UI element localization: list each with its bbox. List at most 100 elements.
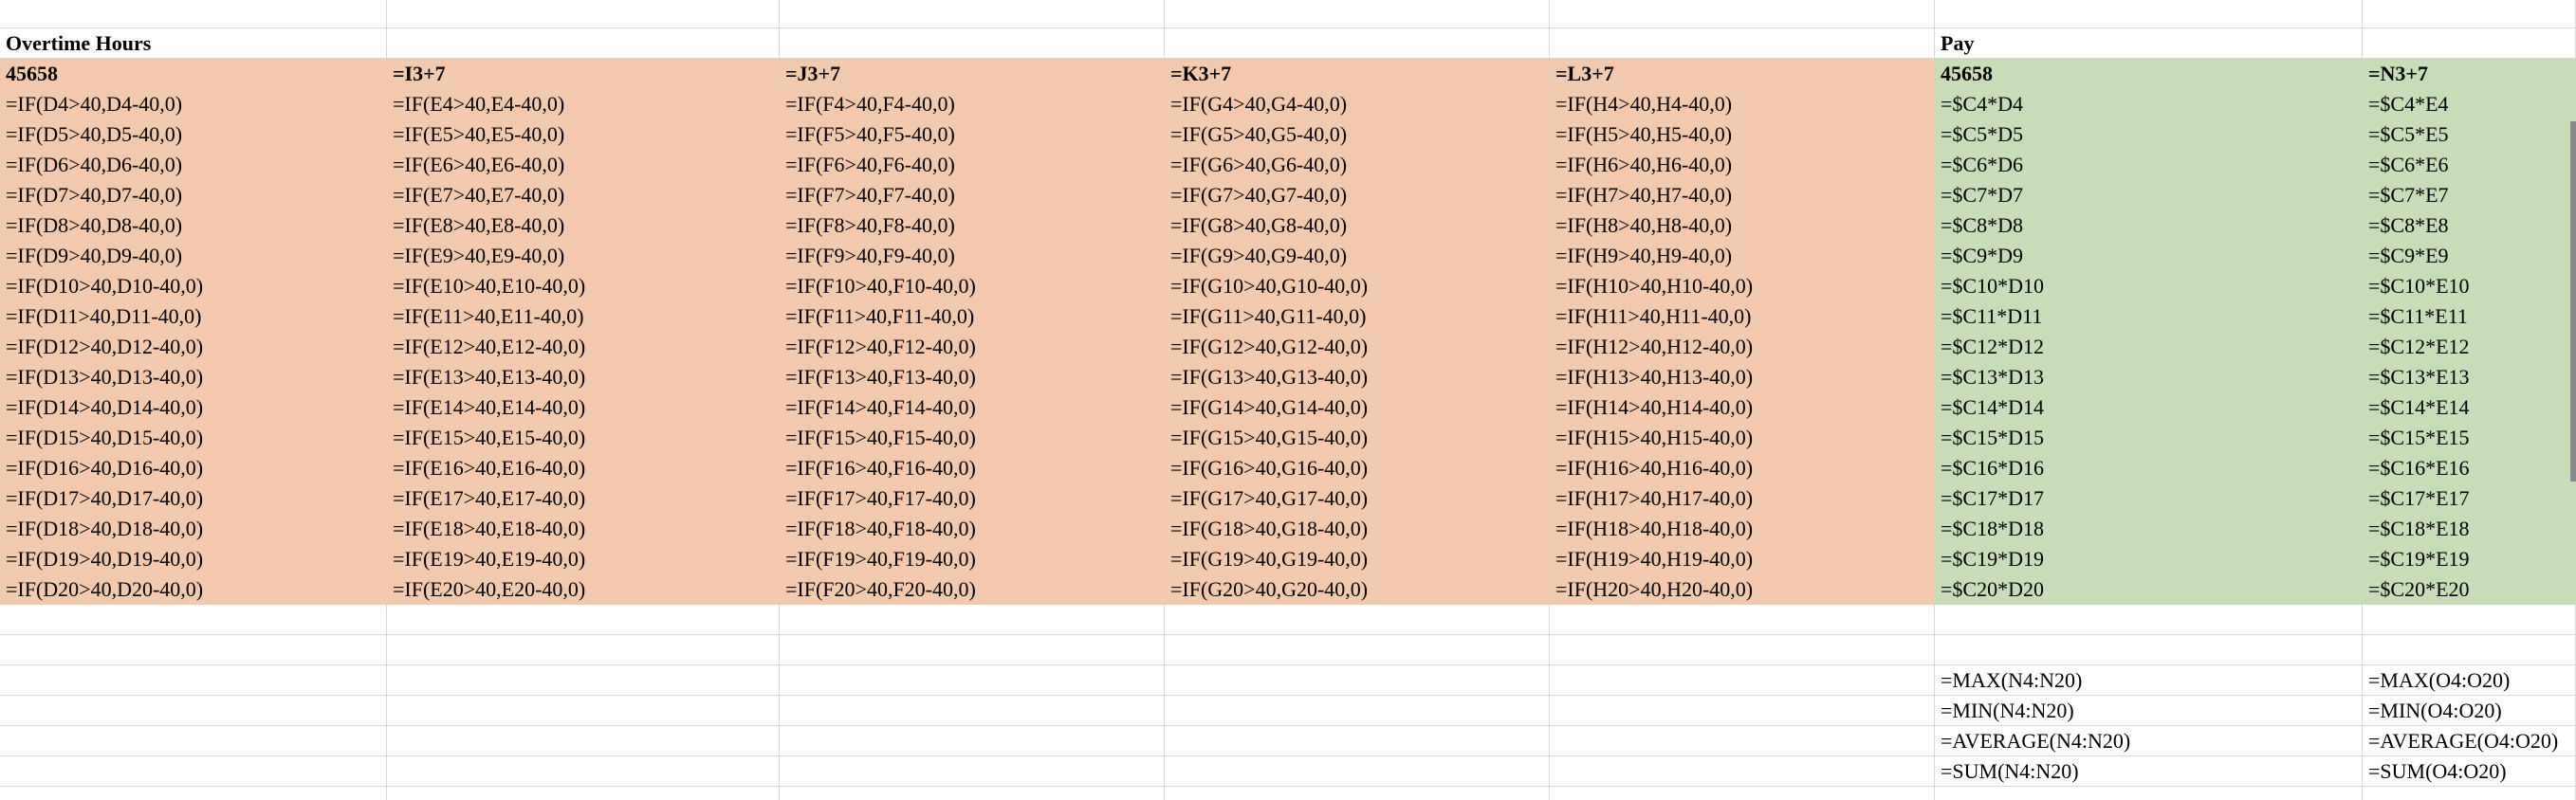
cell[interactable]: =IF(F14>40,F14-40,0) <box>780 392 1165 423</box>
cell[interactable]: =IF(E14>40,E14-40,0) <box>387 392 780 423</box>
cell[interactable]: =IF(D16>40,D16-40,0) <box>0 453 387 483</box>
cell[interactable]: =IF(F19>40,F19-40,0) <box>780 544 1165 574</box>
cell[interactable]: =IF(E12>40,E12-40,0) <box>387 332 780 362</box>
cell[interactable]: =IF(G9>40,G9-40,0) <box>1165 241 1550 271</box>
cell[interactable] <box>1165 0 1550 28</box>
cell[interactable] <box>0 605 387 635</box>
cell[interactable]: =IF(G5>40,G5-40,0) <box>1165 119 1550 150</box>
cell[interactable]: =AVERAGE(O4:O20) <box>2363 726 2576 756</box>
cell[interactable] <box>1550 0 1935 28</box>
cell[interactable]: =IF(E17>40,E17-40,0) <box>387 483 780 514</box>
cell[interactable]: =IF(D4>40,D4-40,0) <box>0 89 387 119</box>
cell[interactable] <box>387 635 780 665</box>
cell[interactable]: =IF(F13>40,F13-40,0) <box>780 362 1165 392</box>
cell[interactable]: =SUM(N4:N20) <box>1935 756 2363 787</box>
cell[interactable]: =IF(E11>40,E11-40,0) <box>387 301 780 332</box>
cell[interactable]: =IF(G7>40,G7-40,0) <box>1165 180 1550 210</box>
cell[interactable]: 45658 <box>0 59 387 89</box>
cell[interactable]: =IF(G13>40,G13-40,0) <box>1165 362 1550 392</box>
cell[interactable]: =IF(D6>40,D6-40,0) <box>0 150 387 180</box>
cell[interactable]: =$C5*E5 <box>2363 119 2576 150</box>
cell[interactable]: =$C6*E6 <box>2363 150 2576 180</box>
cell[interactable]: =IF(G6>40,G6-40,0) <box>1165 150 1550 180</box>
cell[interactable]: =I3+7 <box>387 59 780 89</box>
cell[interactable]: =IF(G11>40,G11-40,0) <box>1165 301 1550 332</box>
cell[interactable]: =IF(F12>40,F12-40,0) <box>780 332 1165 362</box>
cell[interactable] <box>2363 787 2576 800</box>
cell[interactable] <box>387 726 780 756</box>
cell[interactable]: =IF(F4>40,F4-40,0) <box>780 89 1165 119</box>
cell[interactable]: =IF(E4>40,E4-40,0) <box>387 89 780 119</box>
cell[interactable] <box>1165 787 1550 800</box>
cell[interactable]: =IF(D18>40,D18-40,0) <box>0 514 387 544</box>
cell[interactable]: =$C8*D8 <box>1935 210 2363 241</box>
cell[interactable]: =IF(H14>40,H14-40,0) <box>1550 392 1935 423</box>
cell[interactable] <box>0 0 387 28</box>
cell[interactable] <box>1165 635 1550 665</box>
cell[interactable]: =IF(G4>40,G4-40,0) <box>1165 89 1550 119</box>
cell[interactable]: =IF(G12>40,G12-40,0) <box>1165 332 1550 362</box>
cell[interactable]: =IF(H10>40,H10-40,0) <box>1550 271 1935 301</box>
cell[interactable]: =IF(G19>40,G19-40,0) <box>1165 544 1550 574</box>
cell[interactable]: =$C17*D17 <box>1935 483 2363 514</box>
cell[interactable]: =IF(G17>40,G17-40,0) <box>1165 483 1550 514</box>
cell[interactable]: =IF(H18>40,H18-40,0) <box>1550 514 1935 544</box>
cell[interactable]: =$C12*D12 <box>1935 332 2363 362</box>
cell[interactable]: =IF(E19>40,E19-40,0) <box>387 544 780 574</box>
cell[interactable]: =$C8*E8 <box>2363 210 2576 241</box>
cell[interactable]: =IF(G10>40,G10-40,0) <box>1165 271 1550 301</box>
cell[interactable] <box>2363 605 2576 635</box>
cell[interactable]: =MAX(O4:O20) <box>2363 665 2576 696</box>
cell[interactable]: =IF(H7>40,H7-40,0) <box>1550 180 1935 210</box>
cell[interactable]: =$C20*D20 <box>1935 574 2363 605</box>
cell[interactable] <box>780 726 1165 756</box>
cell[interactable] <box>780 635 1165 665</box>
cell[interactable]: =IF(D12>40,D12-40,0) <box>0 332 387 362</box>
cell[interactable] <box>1935 0 2363 28</box>
cell[interactable] <box>0 696 387 726</box>
cell[interactable]: =$C19*D19 <box>1935 544 2363 574</box>
cell[interactable]: =IF(H15>40,H15-40,0) <box>1550 423 1935 453</box>
cell[interactable]: =IF(D8>40,D8-40,0) <box>0 210 387 241</box>
cell[interactable] <box>1165 605 1550 635</box>
cell[interactable]: =$C18*D18 <box>1935 514 2363 544</box>
spreadsheet-grid[interactable]: Overtime Hours Pay 45658 =I3+7 =J3+7 =K3+7 =L3… <box>0 0 2576 800</box>
cell[interactable] <box>1165 726 1550 756</box>
cell[interactable]: 45658 <box>1935 59 2363 89</box>
cell[interactable] <box>1550 665 1935 696</box>
cell[interactable] <box>0 665 387 696</box>
cell[interactable] <box>387 28 780 59</box>
cell[interactable]: =$C14*E14 <box>2363 392 2576 423</box>
cell[interactable]: =IF(F17>40,F17-40,0) <box>780 483 1165 514</box>
cell[interactable]: =IF(F10>40,F10-40,0) <box>780 271 1165 301</box>
cell[interactable]: =$C15*E15 <box>2363 423 2576 453</box>
cell[interactable]: =IF(H19>40,H19-40,0) <box>1550 544 1935 574</box>
cell[interactable] <box>1550 787 1935 800</box>
cell[interactable]: =IF(E6>40,E6-40,0) <box>387 150 780 180</box>
cell[interactable]: =IF(F18>40,F18-40,0) <box>780 514 1165 544</box>
cell[interactable] <box>1165 756 1550 787</box>
cell[interactable]: =IF(D9>40,D9-40,0) <box>0 241 387 271</box>
cell[interactable]: =IF(H8>40,H8-40,0) <box>1550 210 1935 241</box>
cell[interactable] <box>387 605 780 635</box>
cell[interactable]: =$C10*D10 <box>1935 271 2363 301</box>
cell[interactable] <box>780 28 1165 59</box>
cell[interactable] <box>1165 696 1550 726</box>
cell[interactable] <box>1550 696 1935 726</box>
cell[interactable] <box>780 787 1165 800</box>
cell[interactable]: =$C18*E18 <box>2363 514 2576 544</box>
cell[interactable] <box>0 635 387 665</box>
cell[interactable] <box>780 665 1165 696</box>
cell[interactable]: =IF(D14>40,D14-40,0) <box>0 392 387 423</box>
cell[interactable]: =$C16*E16 <box>2363 453 2576 483</box>
cell[interactable]: =$C10*E10 <box>2363 271 2576 301</box>
cell[interactable] <box>2363 635 2576 665</box>
cell[interactable]: =IF(D7>40,D7-40,0) <box>0 180 387 210</box>
cell[interactable]: =IF(F8>40,F8-40,0) <box>780 210 1165 241</box>
cell[interactable] <box>1165 665 1550 696</box>
cell[interactable]: =$C11*D11 <box>1935 301 2363 332</box>
cell[interactable] <box>2363 28 2576 59</box>
cell[interactable] <box>780 756 1165 787</box>
cell[interactable]: =$C11*E11 <box>2363 301 2576 332</box>
cell[interactable]: =MAX(N4:N20) <box>1935 665 2363 696</box>
